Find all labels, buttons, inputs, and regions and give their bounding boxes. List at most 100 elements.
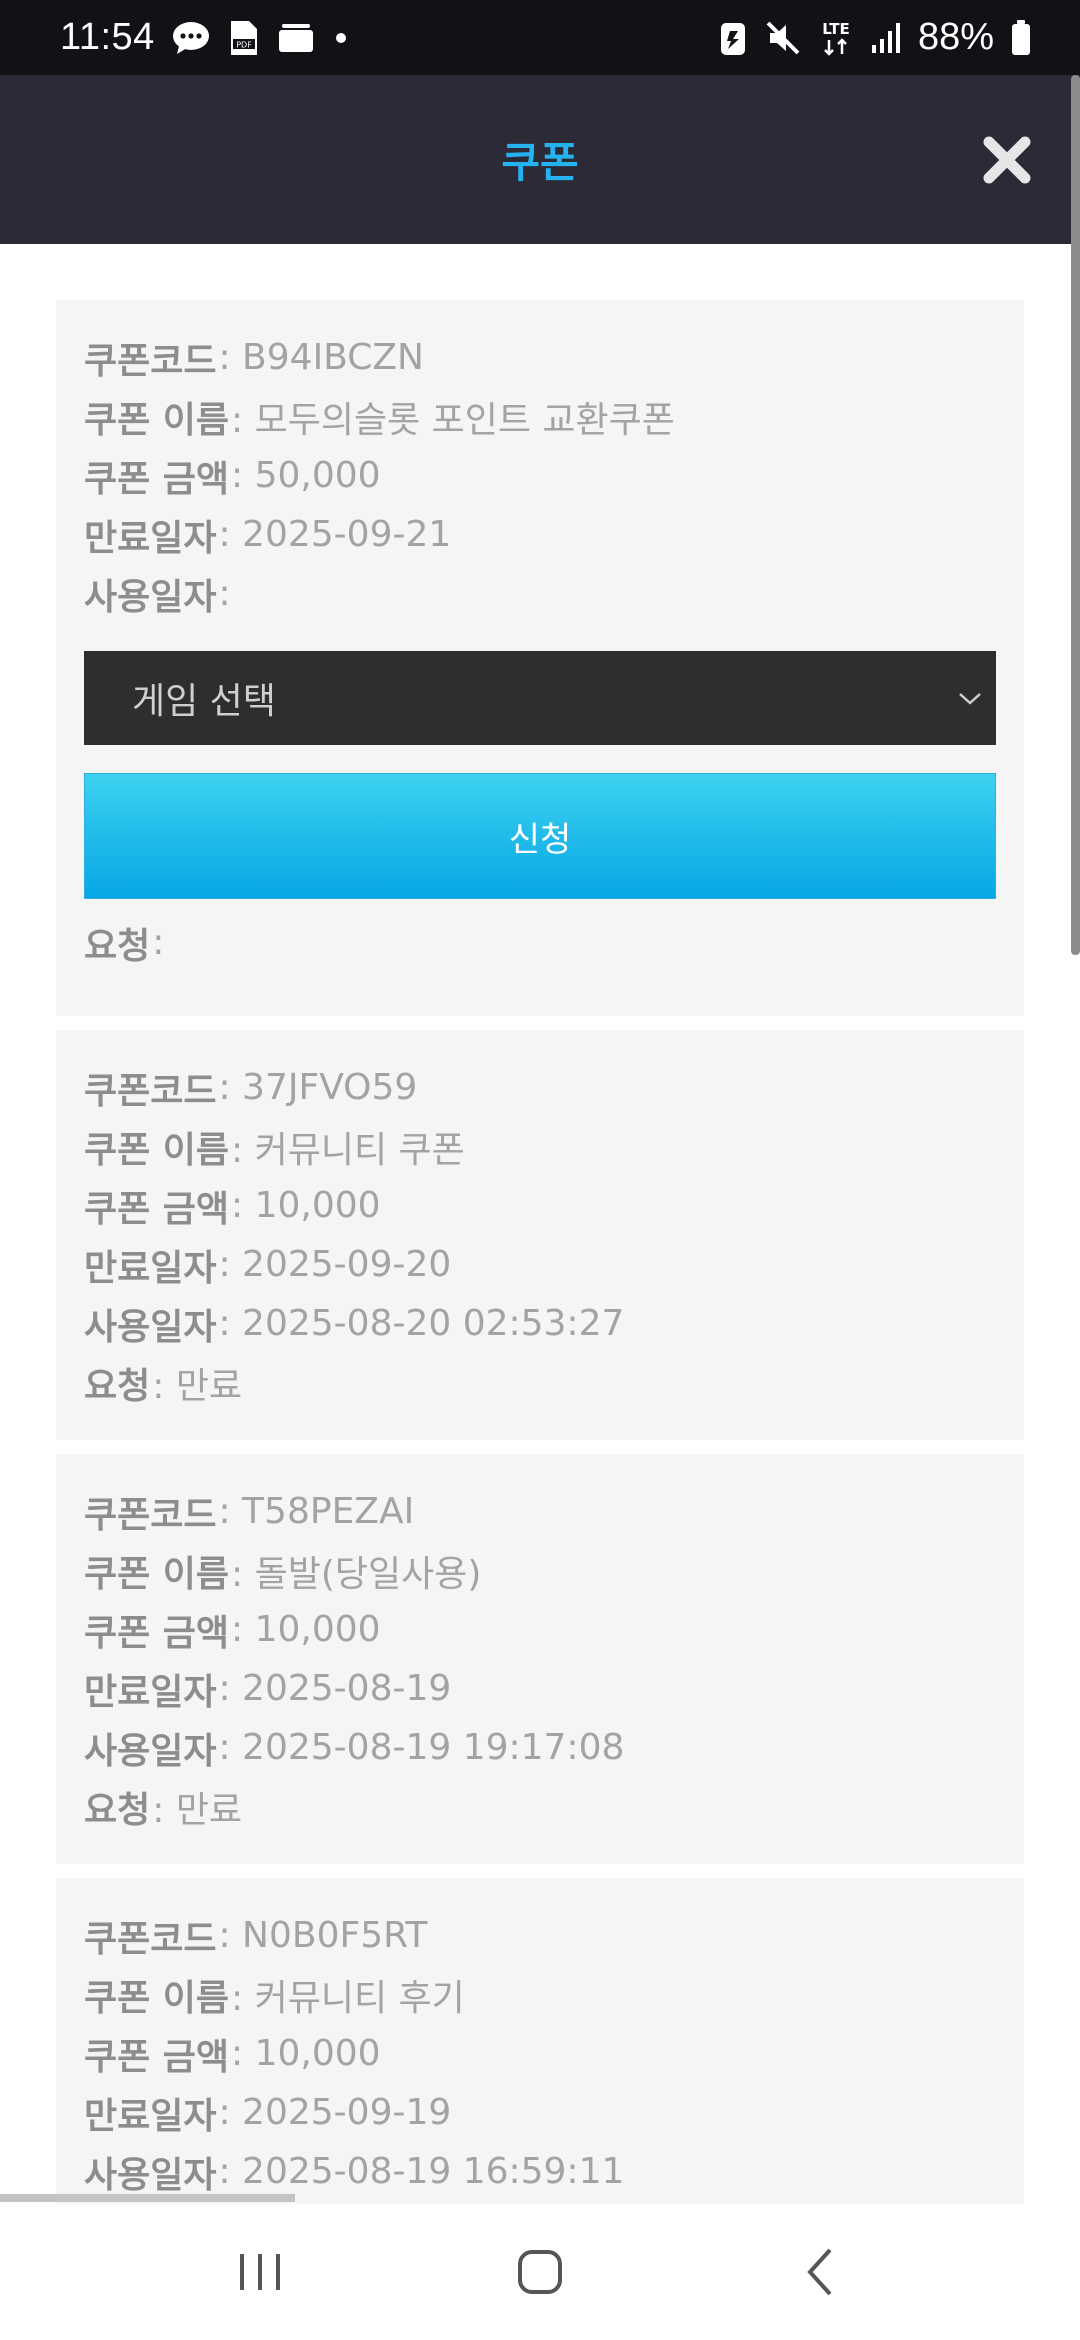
coupon-expiry-label: 만료일자	[84, 2095, 217, 2137]
scrollbar[interactable]	[1071, 75, 1080, 955]
coupon-request-value: : 만료	[152, 1365, 243, 1407]
coupon-expiry-label: 만료일자	[84, 517, 217, 559]
coupon-request-label: 요청	[84, 1365, 151, 1407]
coupon-card: 쿠폰코드: T58PEZAI 쿠폰 이름: 돌발(당일사용) 쿠폰 금액: 10…	[56, 1454, 1024, 1864]
coupon-card: 쿠폰코드: 37JFVO59 쿠폰 이름: 커뮤니티 쿠폰 쿠폰 금액: 10,…	[56, 1030, 1024, 1440]
coupon-name-row: 쿠폰 이름: 돌발(당일사용)	[84, 1541, 996, 1600]
battery-saver-icon	[718, 19, 748, 57]
coupon-code-row: 쿠폰코드: T58PEZAI	[84, 1482, 996, 1541]
game-select-placeholder: 게임 선택	[132, 681, 276, 722]
coupon-used-row: 사용일자: 2025-08-20 02:53:27	[84, 1294, 996, 1353]
coupon-amount-label: 쿠폰 금액	[84, 1612, 230, 1654]
close-icon[interactable]	[981, 134, 1033, 186]
coupon-used-label: 사용일자	[84, 576, 217, 618]
system-nav-bar	[0, 2204, 1080, 2340]
battery-percent: 88%	[917, 16, 994, 58]
coupon-amount-value: : 10,000	[231, 1185, 381, 1226]
coupon-code-value: : 37JFVO59	[218, 1067, 418, 1108]
coupon-amount-value: : 50,000	[231, 455, 381, 496]
home-button[interactable]	[480, 2222, 600, 2322]
coupon-amount-label: 쿠폰 금액	[84, 1188, 230, 1230]
battery-icon	[1010, 19, 1032, 57]
coupon-used-value: :	[218, 573, 231, 614]
coupon-code-label: 쿠폰코드	[84, 1494, 217, 1536]
recents-button[interactable]	[200, 2222, 320, 2322]
coupon-expiry-value: : 2025-08-19	[218, 1668, 452, 1709]
coupon-used-row: 사용일자: 2025-08-19 19:17:08	[84, 1718, 996, 1777]
coupon-used-value: : 2025-08-20 02:53:27	[218, 1303, 625, 1344]
coupon-card: 쿠폰코드: B94IBCZN 쿠폰 이름: 모두의슬롯 포인트 교환쿠폰 쿠폰 …	[56, 300, 1024, 1016]
mute-icon	[764, 19, 802, 57]
coupon-expiry-label: 만료일자	[84, 1247, 217, 1289]
coupon-expiry-value: : 2025-09-20	[218, 1244, 452, 1285]
signal-icon	[870, 21, 902, 55]
coupon-name-value: : 커뮤니티 쿠폰	[231, 1129, 465, 1171]
back-icon[interactable]	[800, 2246, 840, 2298]
dot-icon	[331, 28, 351, 48]
svg-text:LTE: LTE	[822, 20, 850, 38]
coupon-amount-label: 쿠폰 금액	[84, 2036, 230, 2078]
svg-text:PDF: PDF	[236, 40, 252, 49]
coupon-used-value: : 2025-08-19 16:59:11	[218, 2151, 625, 2192]
coupon-expiry-value: : 2025-09-21	[218, 514, 452, 555]
coupon-name-value: : 모두의슬롯 포인트 교환쿠폰	[231, 399, 675, 441]
coupon-list[interactable]: 쿠폰코드: B94IBCZN 쿠폰 이름: 모두의슬롯 포인트 교환쿠폰 쿠폰 …	[0, 244, 1080, 2204]
chat-icon	[171, 20, 211, 56]
coupon-expiry-row: 만료일자: 2025-09-19	[84, 2083, 996, 2142]
coupon-name-label: 쿠폰 이름	[84, 1553, 230, 1595]
coupon-expiry-row: 만료일자: 2025-09-21	[84, 505, 996, 564]
coupon-request-value: :	[152, 922, 165, 963]
coupon-amount-row: 쿠폰 금액: 10,000	[84, 2024, 996, 2083]
coupon-used-label: 사용일자	[84, 1306, 217, 1348]
coupon-name-label: 쿠폰 이름	[84, 399, 230, 441]
coupon-used-row: 사용일자: 2025-08-19 16:59:11	[84, 2142, 996, 2201]
game-select[interactable]: 게임 선택	[84, 651, 996, 745]
coupon-code-value: : T58PEZAI	[218, 1491, 415, 1532]
close-button[interactable]	[976, 129, 1038, 191]
coupon-request-value: : 만료	[152, 1789, 243, 1831]
coupon-expiry-row: 만료일자: 2025-09-20	[84, 1235, 996, 1294]
coupon-code-value: : B94IBCZN	[218, 337, 424, 378]
lte-icon: LTE	[818, 18, 854, 58]
coupon-used-label: 사용일자	[84, 2154, 217, 2196]
apply-button[interactable]: 신청	[84, 773, 996, 899]
page-header: 쿠폰	[0, 75, 1080, 244]
coupon-amount-row: 쿠폰 금액: 10,000	[84, 1600, 996, 1659]
coupon-used-value: : 2025-08-19 19:17:08	[218, 1727, 625, 1768]
chevron-down-icon	[959, 693, 981, 705]
folder-icon	[277, 22, 315, 54]
coupon-amount-row: 쿠폰 금액: 50,000	[84, 446, 996, 505]
coupon-code-value: : N0B0F5RT	[218, 1915, 428, 1956]
coupon-request-label: 요청	[84, 925, 151, 967]
coupon-name-row: 쿠폰 이름: 커뮤니티 후기	[84, 1965, 996, 2024]
coupon-code-label: 쿠폰코드	[84, 340, 217, 382]
horizontal-scroll-indicator	[0, 2194, 295, 2202]
coupon-amount-label: 쿠폰 금액	[84, 458, 230, 500]
coupon-name-row: 쿠폰 이름: 모두의슬롯 포인트 교환쿠폰	[84, 387, 996, 446]
coupon-request-row: 요청: 만료	[84, 1777, 996, 1836]
page-title: 쿠폰	[501, 138, 579, 187]
coupon-used-label: 사용일자	[84, 1730, 217, 1772]
coupon-name-row: 쿠폰 이름: 커뮤니티 쿠폰	[84, 1117, 996, 1176]
status-time: 11:54	[60, 16, 155, 58]
coupon-expiry-value: : 2025-09-19	[218, 2092, 452, 2133]
coupon-name-value: : 커뮤니티 후기	[231, 1977, 465, 2019]
coupon-code-label: 쿠폰코드	[84, 1918, 217, 1960]
coupon-request-row: 요청:	[84, 913, 996, 972]
home-icon[interactable]	[514, 2246, 566, 2298]
coupon-name-value: : 돌발(당일사용)	[231, 1553, 482, 1595]
coupon-expiry-label: 만료일자	[84, 1671, 217, 1713]
back-button[interactable]	[760, 2222, 880, 2322]
coupon-request-label: 요청	[84, 1789, 151, 1831]
coupon-code-row: 쿠폰코드: B94IBCZN	[84, 328, 996, 387]
recents-icon[interactable]	[234, 2248, 286, 2296]
coupon-expiry-row: 만료일자: 2025-08-19	[84, 1659, 996, 1718]
coupon-card: 쿠폰코드: N0B0F5RT 쿠폰 이름: 커뮤니티 후기 쿠폰 금액: 10,…	[56, 1878, 1024, 2204]
coupon-code-row: 쿠폰코드: N0B0F5RT	[84, 1906, 996, 1965]
coupon-code-label: 쿠폰코드	[84, 1070, 217, 1112]
coupon-code-row: 쿠폰코드: 37JFVO59	[84, 1058, 996, 1117]
coupon-amount-value: : 10,000	[231, 1609, 381, 1650]
status-bar: 11:54 PDF LTE 88%	[0, 0, 1080, 75]
pdf-icon: PDF	[227, 19, 261, 57]
coupon-name-label: 쿠폰 이름	[84, 1977, 230, 2019]
